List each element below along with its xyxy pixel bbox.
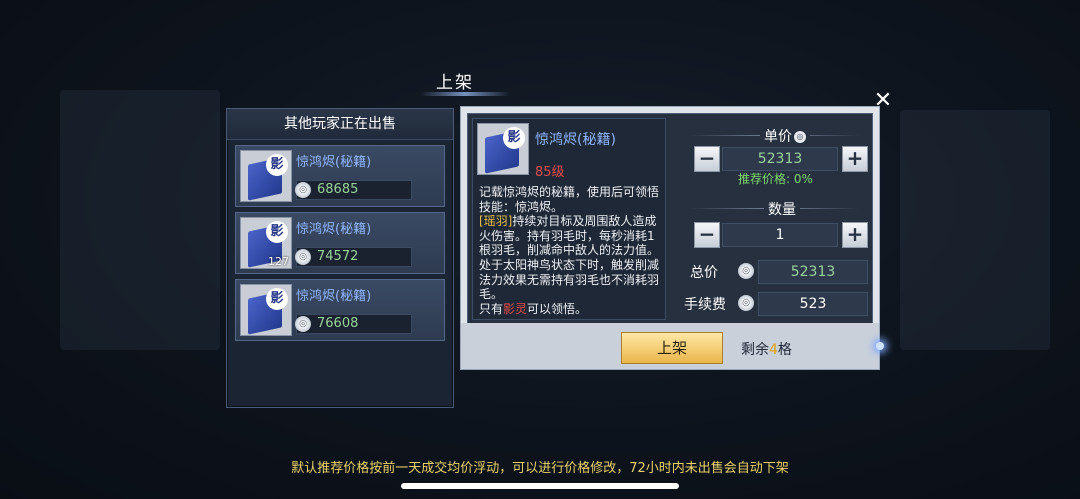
- item-badge: 影: [266, 221, 288, 243]
- unit-price-label: 单价 ◎: [760, 126, 810, 146]
- desc-tag: [瑶羽]: [479, 214, 513, 229]
- silver-coin-icon: ◎: [295, 182, 311, 198]
- skill-book-icon: 影: [240, 150, 292, 202]
- close-icon[interactable]: ✕: [872, 90, 894, 112]
- item-badge: 影: [266, 154, 288, 176]
- item-name: 惊鸿烬(秘籍): [535, 132, 616, 148]
- unit-price-plus-button[interactable]: +: [842, 146, 868, 172]
- desc-requirement-prefix: 只有: [479, 301, 504, 316]
- seller-listing[interactable]: 影 惊鸿烬(秘籍) ◎ 68685: [235, 145, 445, 207]
- listing-price-box: ◎ 68685: [295, 180, 412, 200]
- recommended-price-hint: 推荐价格: 0%: [738, 172, 813, 186]
- listing-price: 76608: [317, 316, 359, 331]
- title-glow: [420, 92, 510, 96]
- skill-book-icon: 影: [240, 284, 292, 336]
- quantity-minus-button[interactable]: −: [694, 222, 720, 248]
- listing-form-panel: 影 惊鸿烬(秘籍) 85级 记载惊鸿烬的秘籍，使用后可领悟技能：惊鸿烬。 [瑶羽]…: [460, 106, 880, 370]
- list-item-button[interactable]: 上架: [621, 332, 723, 364]
- background-panel: [900, 110, 1050, 350]
- dialog-title: 上架: [436, 73, 474, 93]
- silver-coin-icon: ◎: [794, 131, 806, 143]
- seller-listing[interactable]: 影 127 惊鸿烬(秘籍) ◎ 74572: [235, 212, 445, 274]
- silver-coin-icon: ◎: [738, 295, 754, 311]
- item-level: 85级: [535, 165, 565, 180]
- unit-price-label-text: 单价: [764, 129, 792, 145]
- desc-class: 影灵: [503, 301, 528, 316]
- slots-count: 4: [769, 342, 778, 358]
- item-detail-box: 影 惊鸿烬(秘籍) 85级 记载惊鸿烬的秘籍，使用后可领悟技能：惊鸿烬。 [瑶羽]…: [472, 118, 666, 320]
- item-quantity: 127: [268, 255, 289, 268]
- quantity-plus-button[interactable]: +: [842, 222, 868, 248]
- other-sellers-panel: 其他玩家正在出售 影 惊鸿烬(秘籍) ◎ 68685 影 127 惊鸿烬(秘籍)…: [226, 108, 454, 408]
- unit-price-minus-button[interactable]: −: [694, 146, 720, 172]
- desc-requirement-suffix: 可以领悟。: [527, 301, 588, 316]
- quantity-label: 数量: [764, 199, 800, 219]
- quantity-input[interactable]: 1: [722, 223, 838, 247]
- silver-coin-icon: ◎: [738, 263, 754, 279]
- skill-book-icon: 影 127: [240, 217, 292, 269]
- desc-intro: 记载惊鸿烬的秘籍，使用后可领悟技能：惊鸿烬。: [479, 185, 660, 214]
- remaining-slots: 剩余4格: [741, 339, 792, 359]
- background-panel: [60, 90, 220, 350]
- fee-label: 手续费: [684, 297, 726, 313]
- item-badge: 影: [503, 127, 525, 149]
- total-label: 总价: [690, 265, 718, 281]
- listing-price-box: ◎ 76608: [295, 314, 412, 334]
- skill-book-icon: 影: [477, 123, 529, 175]
- total-price: 52313: [758, 260, 868, 284]
- listing-name: 惊鸿烬(秘籍): [296, 155, 372, 170]
- home-indicator[interactable]: [401, 483, 679, 489]
- footer-note: 默认推荐价格按前一天成交均价浮动，可以进行价格修改，72小时内未出售会自动下架: [291, 461, 789, 476]
- silver-coin-icon: ◎: [295, 249, 311, 265]
- slots-suffix: 格: [777, 342, 792, 358]
- item-badge: 影: [266, 288, 288, 310]
- seller-listing[interactable]: 影 惊鸿烬(秘籍) ◎ 76608: [235, 279, 445, 341]
- listing-price: 68685: [317, 182, 359, 197]
- listing-price-box: ◎ 74572: [295, 247, 412, 267]
- unit-price-input[interactable]: 52313: [722, 147, 838, 171]
- item-description: 记载惊鸿烬的秘籍，使用后可领悟技能：惊鸿烬。 [瑶羽]持续对目标及周围敌人造成火伤…: [479, 185, 663, 316]
- listing-price: 74572: [317, 249, 359, 264]
- listing-name: 惊鸿烬(秘籍): [296, 289, 372, 304]
- sparkle-effect: [876, 342, 884, 350]
- silver-coin-icon: ◎: [295, 316, 311, 332]
- listing-form-inner: 影 惊鸿烬(秘籍) 85级 记载惊鸿烬的秘籍，使用后可领悟技能：惊鸿烬。 [瑶羽]…: [467, 113, 873, 325]
- listing-name: 惊鸿烬(秘籍): [296, 222, 372, 237]
- other-sellers-header: 其他玩家正在出售: [227, 109, 453, 140]
- fee-amount: 523: [758, 292, 868, 316]
- slots-prefix: 剩余: [741, 342, 769, 358]
